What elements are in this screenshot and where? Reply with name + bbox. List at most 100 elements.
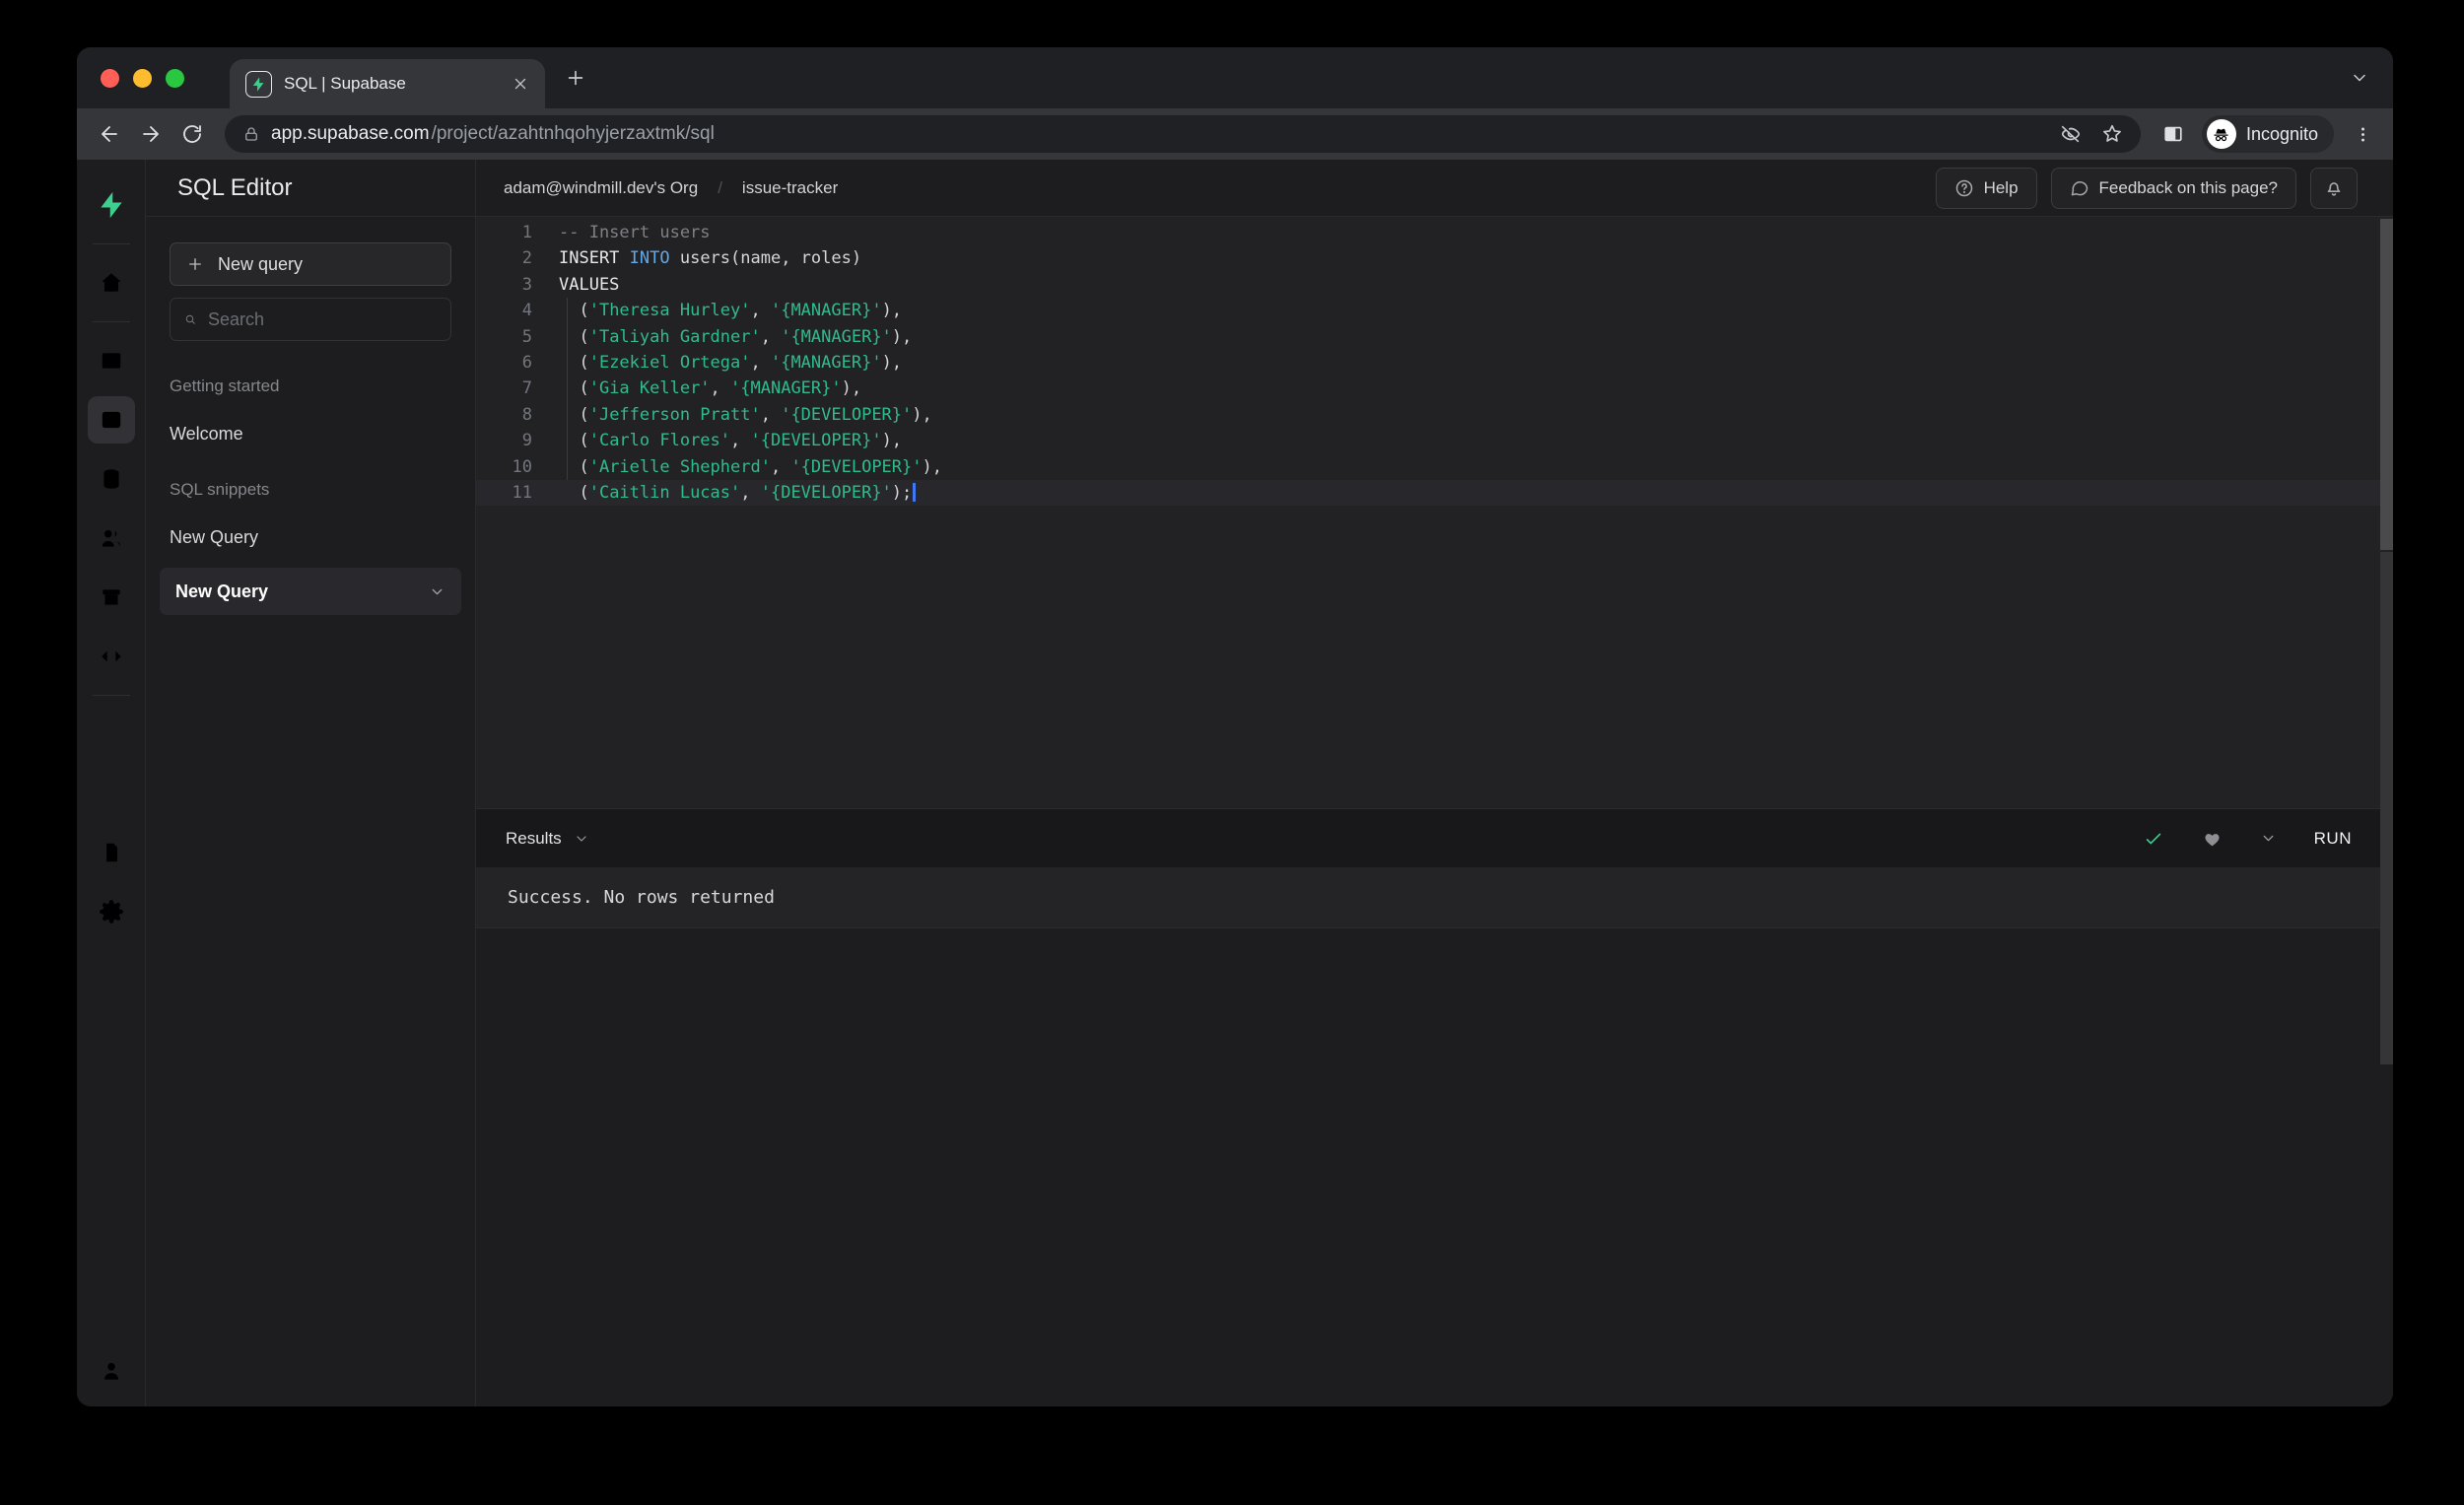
rail-item-sql-editor[interactable] (87, 396, 135, 444)
incognito-spy-icon (2206, 119, 2236, 149)
breadcrumb-separator: / (718, 177, 722, 197)
section-label: Getting started (170, 376, 280, 395)
code-text: ('Arielle Shepherd', '{DEVELOPER}'), (559, 453, 2393, 480)
bell-icon (2323, 177, 2345, 199)
new-tab-button[interactable] (565, 67, 586, 89)
traffic-lights (77, 68, 210, 88)
app-header: SQL Editor adam@windmill.dev's Org / iss… (146, 160, 2393, 217)
code-text: ('Jefferson Pratt', '{DEVELOPER}'), (559, 401, 2393, 429)
line-number: 6 (521, 352, 532, 373)
run-button[interactable]: RUN (2314, 829, 2352, 849)
code-line-9[interactable]: 9 ('Carlo Flores', '{DEVELOPER}'), (476, 428, 2393, 454)
sql-sidebar-panel: New query Getting started Welcome SQL snip… (146, 217, 476, 1406)
notifications-button[interactable] (2310, 167, 2358, 209)
sidebar-item-new-query[interactable]: New Query (170, 527, 451, 548)
nav-rail (77, 160, 146, 1406)
tab-search-icon[interactable] (2350, 68, 2369, 88)
rail-item-database[interactable] (88, 455, 135, 503)
sidebar-item-welcome[interactable]: Welcome (170, 424, 451, 445)
run-options-chevron-icon[interactable] (2260, 830, 2277, 847)
scrollbar[interactable] (2380, 217, 2393, 1406)
code-line-11[interactable]: 11 ('Caitlin Lucas', '{DEVELOPER}'); (476, 479, 2393, 507)
indent-guide (567, 298, 568, 324)
feedback-button[interactable]: Feedback on this page? (2050, 167, 2296, 209)
browser-tab[interactable]: SQL | Supabase (230, 59, 545, 108)
help-icon (1954, 178, 1974, 198)
code-line-7[interactable]: 7 ('Gia Keller', '{MANAGER}'), (476, 376, 2393, 402)
rail-item-table-editor[interactable] (88, 337, 135, 384)
scrollbar-track-segment (2380, 552, 2393, 1064)
help-button[interactable]: Help (1935, 167, 2037, 209)
line-number: 1 (521, 223, 532, 242)
rail-item-logs[interactable] (88, 770, 135, 817)
rail-item-storage[interactable] (88, 574, 135, 621)
indent-guide (567, 453, 568, 480)
side-panel-icon[interactable] (2156, 117, 2190, 151)
browser-menu-icon[interactable] (2348, 119, 2377, 149)
rail-item-api-docs[interactable] (88, 829, 135, 876)
scrollbar-thumb[interactable] (2380, 219, 2393, 550)
indent-guide (567, 401, 568, 429)
line-number: 8 (521, 404, 532, 425)
line-number: 4 (521, 301, 532, 321)
rail-item-account[interactable] (88, 1347, 135, 1395)
code-text: VALUES (559, 274, 620, 295)
code-line-2[interactable]: 2 INSERT INTO users(name, roles) (476, 245, 2393, 271)
browser-toolbar: app.supabase.com/project/azahtnhqohyjerz… (77, 108, 2393, 160)
section-label: SQL snippets (170, 480, 270, 499)
results-dropdown[interactable]: Results (476, 829, 589, 849)
rail-item-home[interactable] (88, 259, 135, 307)
forward-button[interactable] (134, 117, 168, 151)
code-line-10[interactable]: 10 ('Arielle Shepherd', '{DEVELOPER}'), (476, 453, 2393, 480)
results-empty-area (476, 928, 2393, 1406)
success-check-icon (2143, 828, 2164, 850)
eye-off-icon[interactable] (2060, 123, 2082, 145)
rail-item-edge-functions[interactable] (88, 633, 135, 680)
code-text: ('Carlo Flores', '{DEVELOPER}'), (559, 428, 2393, 454)
code-line-8[interactable]: 8 ('Jefferson Pratt', '{DEVELOPER}'), (476, 401, 2393, 429)
results-toolbar: Results RUN (476, 808, 2393, 867)
sql-code-editor[interactable]: 1 -- Insert users 2 INSERT INTO users(name,… (476, 217, 2393, 808)
sidebar-item-new-query[interactable]: New Query (160, 568, 461, 615)
rail-divider (92, 321, 130, 322)
code-text: -- Insert users (559, 223, 711, 242)
indent-guide (567, 349, 568, 376)
code-line-6[interactable]: 6 ('Ezekiel Ortega', '{MANAGER}'), (476, 349, 2393, 376)
rail-item-supabase-logo[interactable] (88, 181, 135, 229)
incognito-badge: Incognito (2201, 115, 2334, 153)
new-query-button[interactable]: New query (170, 242, 451, 286)
reload-button[interactable] (175, 117, 209, 151)
tab-close-icon[interactable] (512, 75, 529, 93)
code-text: ('Theresa Hurley', '{MANAGER}'), (559, 298, 2393, 324)
code-line-4[interactable]: 4 ('Theresa Hurley', '{MANAGER}'), (476, 298, 2393, 324)
code-line-1[interactable]: 1 -- Insert users (476, 220, 2393, 245)
line-number: 7 (521, 378, 532, 399)
plus-icon (186, 255, 204, 273)
chevron-down-icon (429, 583, 445, 600)
favorite-heart-icon[interactable] (2202, 828, 2223, 849)
minimize-window-button[interactable] (133, 68, 152, 88)
line-number: 10 (512, 456, 532, 477)
tab-title: SQL | Supabase (284, 74, 406, 93)
rail-item-authentication[interactable] (88, 514, 135, 562)
rail-item-project-settings[interactable] (88, 888, 135, 935)
url-bar[interactable]: app.supabase.com/project/azahtnhqohyjerz… (225, 115, 2141, 153)
query-status: Success. No rows returned (476, 867, 2393, 928)
lock-icon[interactable] (242, 125, 260, 143)
snippet-search[interactable] (170, 298, 451, 341)
maximize-window-button[interactable] (166, 68, 184, 88)
rail-item-reports[interactable] (88, 711, 135, 758)
code-text: ('Gia Keller', '{MANAGER}'), (559, 376, 2393, 402)
code-line-3[interactable]: 3 VALUES (476, 272, 2393, 298)
bookmark-star-icon[interactable] (2101, 123, 2123, 145)
line-number: 2 (521, 248, 532, 269)
breadcrumb-org[interactable]: adam@windmill.dev's Org (504, 178, 698, 198)
back-button[interactable] (93, 117, 126, 151)
code-text: INSERT INTO users(name, roles) (559, 248, 862, 269)
breadcrumb-project[interactable]: issue-tracker (742, 178, 838, 198)
search-input[interactable] (208, 308, 437, 330)
panel-header: SQL Editor (146, 160, 476, 216)
code-line-5[interactable]: 5 ('Taliyah Gardner', '{MANAGER}'), (476, 323, 2393, 350)
close-window-button[interactable] (101, 68, 119, 88)
tab-strip: SQL | Supabase (77, 47, 2393, 108)
